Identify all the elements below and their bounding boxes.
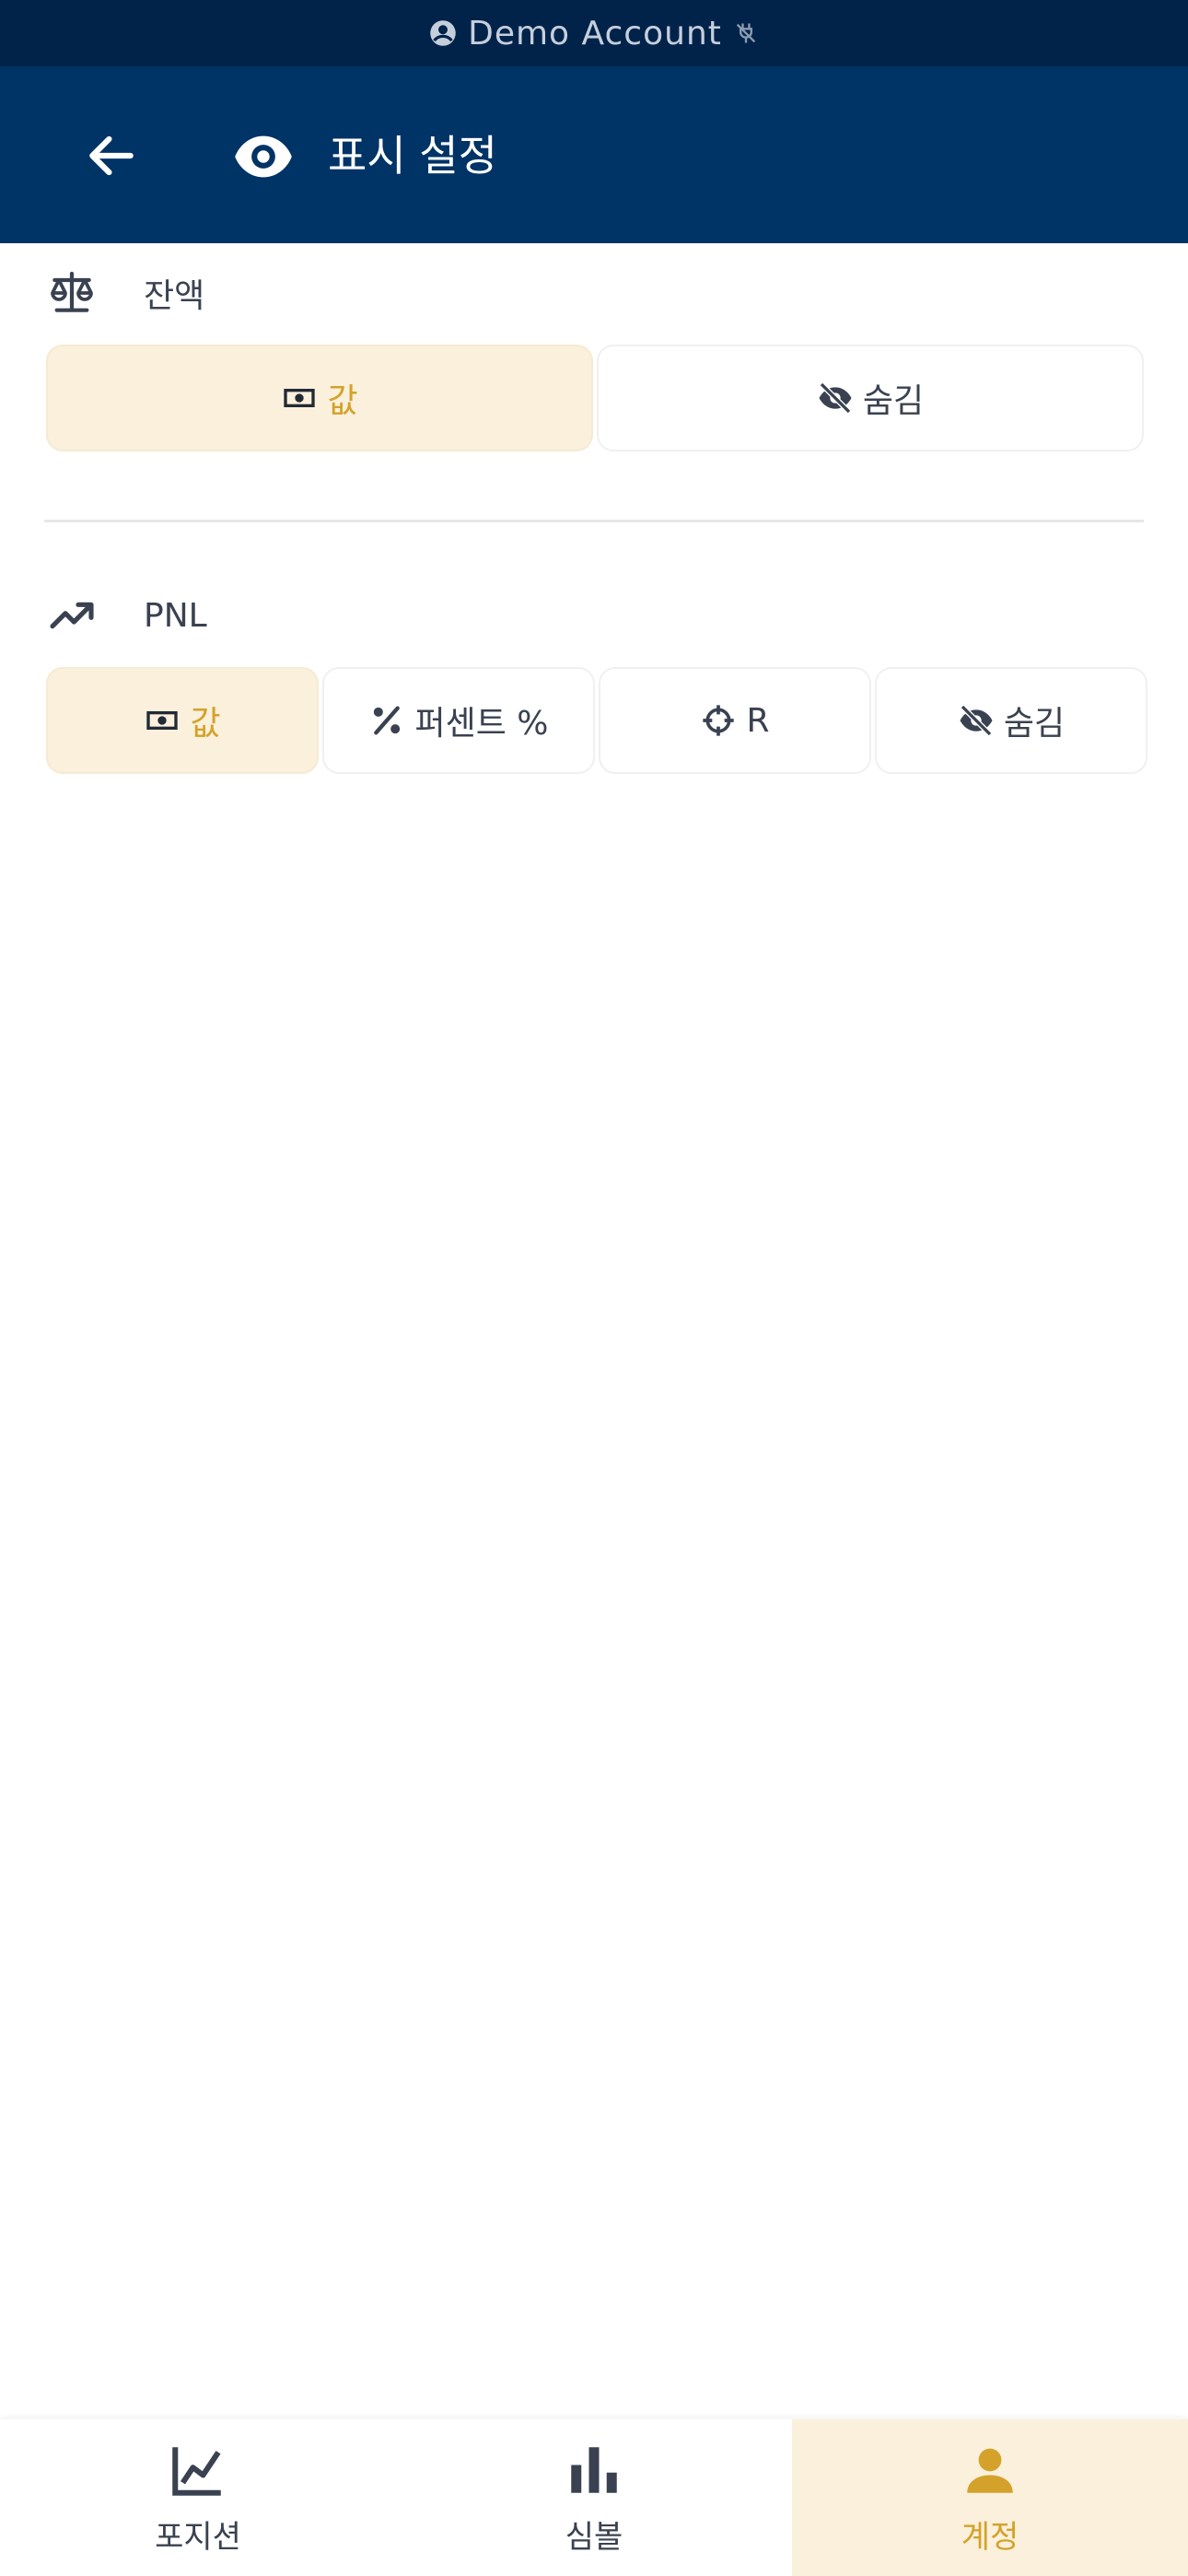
disconnected-plug-icon — [736, 23, 756, 43]
nav-item-account[interactable]: 계정 — [792, 2419, 1188, 2576]
nav-item-label: 포지션 — [155, 2518, 241, 2556]
section-divider — [44, 520, 1144, 522]
balance-hide-option[interactable]: 숨김 — [597, 345, 1144, 451]
nav-item-label: 심볼 — [565, 2518, 623, 2556]
pnl-percent-label: 퍼센트 % — [414, 705, 549, 743]
account-circle-icon — [430, 20, 456, 46]
pnl-display-options: 값 퍼센트 % R 숨김 — [46, 667, 1147, 774]
pnl-value-option[interactable]: 값 — [46, 667, 319, 774]
bottom-navigation: 포지션 심볼 계정 — [0, 2419, 1188, 2576]
nav-item-symbols[interactable]: 심볼 — [396, 2419, 792, 2576]
line-chart-icon — [172, 2446, 221, 2496]
demo-account-label: Demo Account — [468, 14, 722, 53]
pnl-percent-option[interactable]: 퍼센트 % — [322, 667, 595, 774]
eye-off-icon — [819, 381, 852, 415]
page-title: 표시 설정 — [328, 131, 497, 181]
balance-section-label: 잔액 — [46, 267, 204, 319]
pnl-r-label: R — [746, 701, 770, 740]
balance-value-option[interactable]: 값 — [46, 345, 593, 451]
balance-label: 잔액 — [144, 277, 205, 315]
crosshair-icon — [703, 705, 735, 736]
pnl-value-label: 값 — [190, 705, 221, 743]
app-header: 표시 설정 — [0, 66, 1188, 243]
scale-icon — [51, 271, 93, 312]
pnl-r-option[interactable]: R — [599, 667, 871, 774]
person-icon — [967, 2448, 1013, 2493]
pnl-label: PNL — [144, 596, 207, 635]
nav-item-positions[interactable]: 포지션 — [0, 2419, 396, 2576]
back-arrow-icon[interactable] — [83, 127, 140, 184]
nav-item-label: 계정 — [961, 2518, 1019, 2556]
balance-display-options: 값 숨김 — [46, 345, 1144, 451]
pnl-hide-label: 숨김 — [1003, 705, 1066, 743]
display-settings-screen: Demo Account 표시 설정 잔액 값 숨김 PNL 값 퍼센트 % R… — [0, 0, 1188, 2576]
eye-icon — [235, 135, 292, 178]
percent-icon — [374, 706, 401, 735]
eye-off-icon — [960, 704, 993, 737]
bar-chart-icon — [571, 2446, 617, 2493]
cash-icon — [284, 389, 316, 407]
balance-hide-label: 숨김 — [862, 382, 925, 420]
balance-value-label: 값 — [327, 382, 358, 420]
pnl-hide-option[interactable]: 숨김 — [875, 667, 1147, 774]
demo-account-bar: Demo Account — [0, 0, 1188, 66]
pnl-section-label: PNL — [46, 590, 207, 641]
cash-icon — [146, 711, 179, 730]
trending-up-icon — [50, 602, 94, 629]
